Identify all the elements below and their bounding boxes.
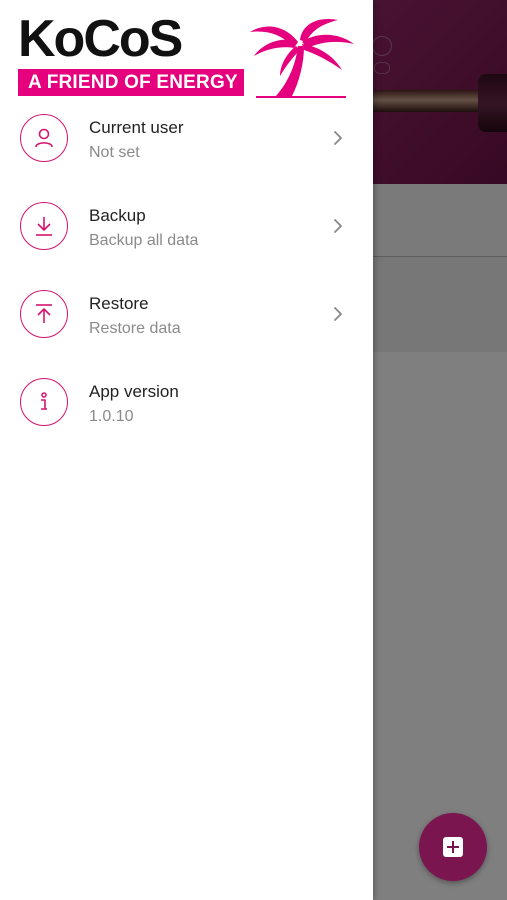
menu-item-title: Backup [89, 206, 146, 225]
kocos-logo: KoCoS A FRIEND OF ENERGY [18, 10, 356, 100]
menu-item-title: Current user [89, 118, 184, 137]
screen: KoCoS A FRIEND OF ENERGY Current user No… [0, 0, 507, 900]
menu-item-app-version: App version 1.0.10 [0, 360, 373, 448]
chevron-right-icon [334, 219, 342, 233]
add-square-icon [443, 837, 463, 857]
menu-item-subtitle: Not set [89, 144, 140, 161]
menu-item-subtitle: Restore data [89, 320, 181, 337]
logo-tagline: A FRIEND OF ENERGY [18, 69, 244, 96]
download-icon [36, 217, 52, 236]
chevron-right-icon [334, 131, 342, 145]
chevron-right-icon [334, 307, 342, 321]
upload-icon [36, 304, 52, 323]
user-icon [35, 128, 53, 148]
menu-item-restore[interactable]: Restore Restore data [0, 272, 373, 360]
navigation-drawer: KoCoS A FRIEND OF ENERGY Current user No… [0, 0, 373, 900]
menu-item-title: Restore [89, 294, 149, 313]
menu-item-subtitle: Backup all data [89, 232, 199, 249]
add-button[interactable] [419, 813, 487, 881]
menu-item-subtitle: 1.0.10 [89, 408, 134, 425]
user-icon-circle [20, 114, 68, 162]
menu-item-backup[interactable]: Backup Backup all data [0, 184, 373, 272]
menu-item-current-user[interactable]: Current user Not set [0, 96, 373, 184]
download-icon-circle [20, 202, 68, 250]
logo-wordmark: KoCoS [18, 10, 183, 68]
menu-item-title: App version [89, 382, 179, 401]
upload-icon-circle [20, 290, 68, 338]
drawer-menu: Current user Not set Backup Backup all d… [0, 96, 373, 448]
info-icon-circle [20, 378, 68, 426]
palm-tree-icon [250, 18, 354, 98]
info-icon [41, 392, 47, 410]
